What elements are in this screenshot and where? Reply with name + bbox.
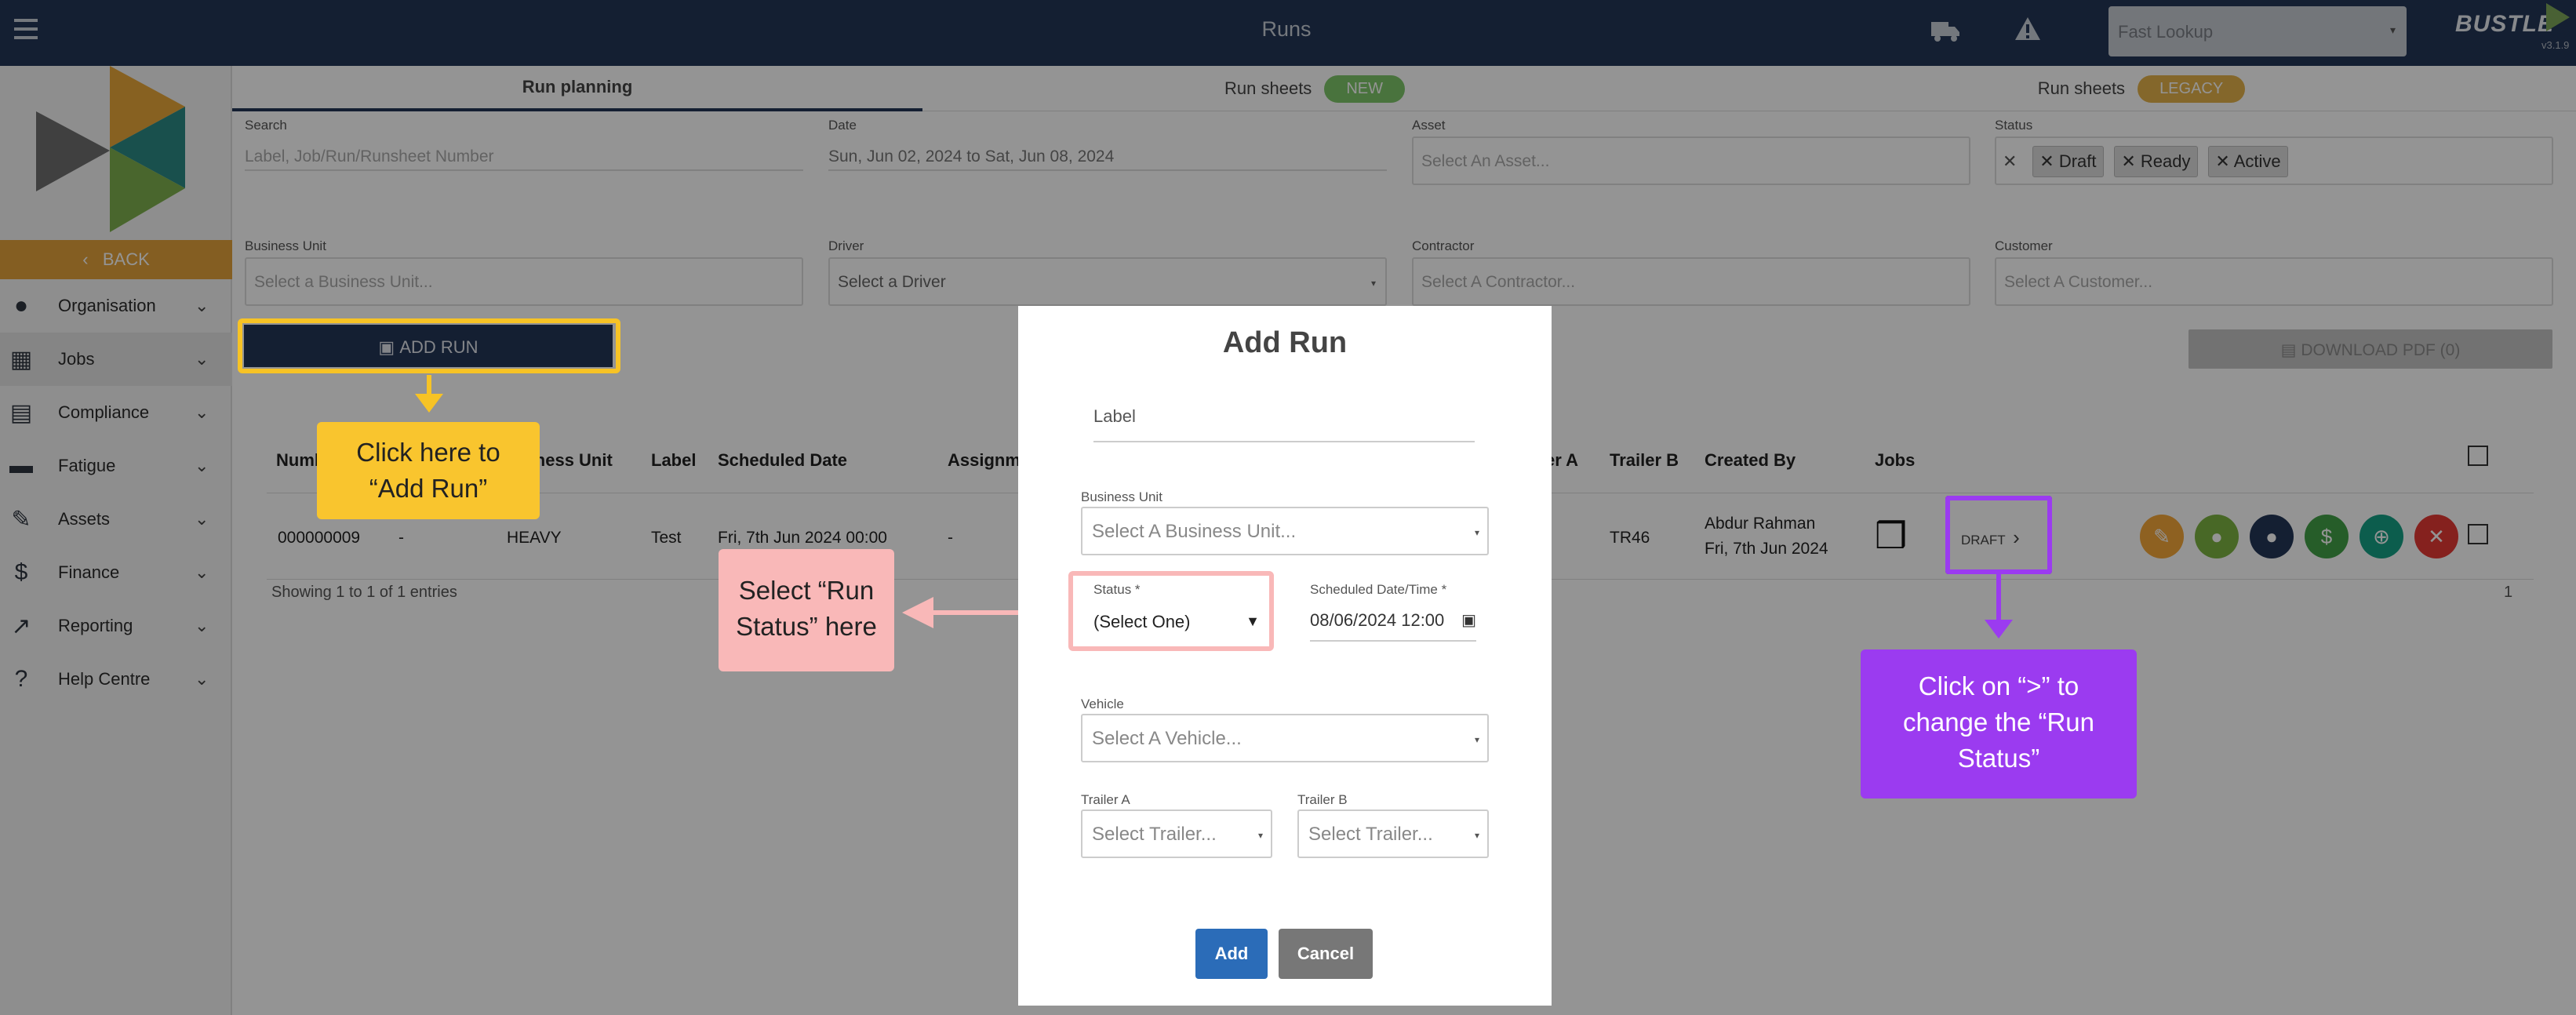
cancel-button[interactable]: Cancel <box>1279 929 1373 979</box>
trailer-b-label: Trailer B <box>1297 792 1348 807</box>
add-run-modal: Add Run Label Business Unit Select A Bus… <box>1018 306 1552 1006</box>
business-unit-modal-select[interactable]: Select A Business Unit... ▾ <box>1081 507 1489 555</box>
vehicle-select[interactable]: Select A Vehicle... ▾ <box>1081 714 1489 762</box>
arrow-down-purple-icon <box>1983 574 2014 644</box>
chevron-down-icon: ▾ <box>1474 830 1479 841</box>
business-unit-modal-label: Business Unit <box>1081 489 1162 504</box>
scheduled-datetime-input[interactable]: 08/06/2024 12:00 ▣ <box>1310 610 1476 642</box>
arrow-down-yellow-icon <box>413 375 445 418</box>
scheduled-datetime-label: Scheduled Date/Time * <box>1310 582 1447 597</box>
chevron-down-icon: ▾ <box>1474 734 1479 745</box>
trailer-a-select[interactable]: Select Trailer... ▾ <box>1081 809 1272 858</box>
trailer-b-select[interactable]: Select Trailer... ▾ <box>1297 809 1489 858</box>
modal-title: Add Run <box>1222 326 1348 359</box>
add-run-callout: Click here to “Add Run” <box>317 422 540 519</box>
chevron-down-icon: ▾ <box>1257 830 1263 841</box>
status-modal-select[interactable]: (Select One) ▼ <box>1093 612 1263 632</box>
vehicle-label: Vehicle <box>1081 697 1124 711</box>
add-button[interactable]: Add <box>1195 929 1268 979</box>
chevron-down-icon: ▾ <box>1474 527 1479 538</box>
calendar-icon[interactable]: ▣ <box>1461 610 1476 630</box>
status-highlight-box-overlay <box>1945 496 2052 574</box>
trailer-a-label: Trailer A <box>1081 792 1130 807</box>
caret-down-icon: ▼ <box>1246 613 1260 629</box>
run-status-callout: Select “Run Status” here <box>719 549 894 671</box>
status-modal-label: Status * <box>1093 582 1141 597</box>
label-input[interactable]: Label <box>1093 403 1475 442</box>
add-run-highlight-box <box>238 318 620 373</box>
change-status-callout: Click on “>” to change the “Run Status” <box>1861 649 2137 799</box>
